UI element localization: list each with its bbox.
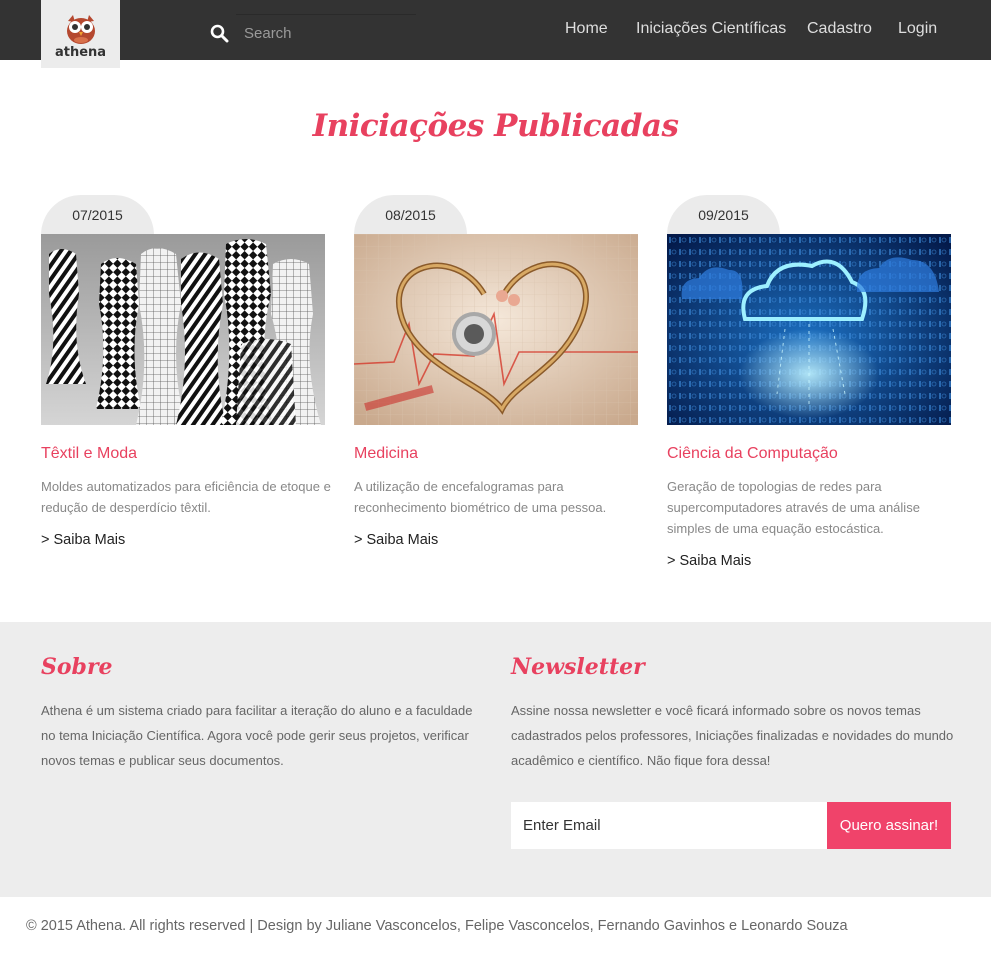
navbar: athena Home Iniciações Científicas Cadas… (0, 0, 991, 68)
card-date: 09/2015 (667, 195, 780, 235)
search-box (210, 14, 416, 52)
card-description: A utilização de encefalogramas para reco… (354, 479, 607, 515)
owl-icon (67, 15, 95, 44)
newsletter-text: Assine nossa newsletter e você ficará in… (511, 703, 954, 768)
page-title: Iniciações Publicadas (312, 108, 679, 144)
saiba-mais-link[interactable]: > Saiba Mais (354, 532, 438, 548)
logo[interactable]: athena (41, 0, 120, 68)
card-description: Geração de topologias de redes para supe… (667, 479, 920, 536)
about-text: Athena é um sistema criado para facilita… (41, 703, 473, 768)
card-description: Moldes automatizados para eficiência de … (41, 479, 331, 515)
saiba-mais-link[interactable]: > Saiba Mais (667, 553, 751, 569)
logo-text: athena (54, 45, 107, 60)
saiba-mais-link[interactable]: > Saiba Mais (41, 532, 125, 548)
copyright-text: © 2015 Athena. All rights reserved | Des… (26, 918, 848, 934)
about-heading: Sobre (41, 654, 113, 680)
card-title[interactable]: Ciência da Computação (667, 445, 838, 463)
card-title[interactable]: Medicina (354, 445, 418, 463)
mannequins-image (41, 234, 325, 425)
footer-section: Sobre Athena é um sistema criado para fa… (0, 622, 991, 897)
search-input[interactable] (236, 14, 416, 52)
nav-iniciacoes[interactable]: Iniciações Científicas (636, 20, 786, 38)
email-field[interactable] (511, 802, 827, 849)
search-icon[interactable] (210, 24, 229, 43)
card-date: 08/2015 (354, 195, 467, 235)
newsletter-heading: Newsletter (511, 654, 645, 680)
stethoscope-heart-image (354, 234, 638, 425)
nav-cadastro[interactable]: Cadastro (807, 20, 872, 38)
nav-home[interactable]: Home (565, 20, 608, 38)
subscribe-button[interactable]: Quero assinar! (827, 802, 951, 849)
card-date: 07/2015 (41, 195, 154, 235)
nav-login[interactable]: Login (898, 20, 937, 38)
card-title[interactable]: Têxtil e Moda (41, 445, 137, 463)
cloud-binary-image (667, 234, 951, 425)
